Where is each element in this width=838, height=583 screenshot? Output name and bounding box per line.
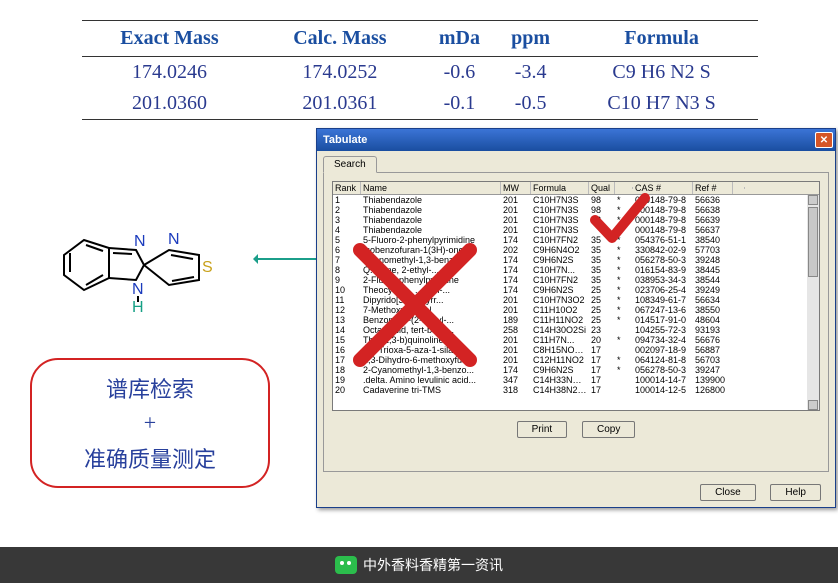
annotation-box: 谱库检索 + 准确质量测定	[30, 358, 270, 488]
close-icon[interactable]: ✕	[815, 132, 833, 148]
atom-s: S	[202, 259, 213, 276]
col-formula: Formula	[565, 21, 758, 57]
table-row[interactable]: 6Isobenzofuran-1(3H)-one...202C9H6N4O235…	[333, 245, 819, 255]
table-row[interactable]: 20Cadaverine tri-TMS318C14H38N2Si3171000…	[333, 385, 819, 395]
table-row[interactable]: 55-Fluoro-2-phenylpyrimidine174C10H7FN23…	[333, 235, 819, 245]
titlebar[interactable]: Tabulate ✕	[317, 129, 835, 151]
col-mda: mDa	[423, 21, 496, 57]
wechat-icon	[335, 556, 357, 574]
footer-bar: 中外香料香精第一资讯	[0, 547, 838, 583]
atom-n: N	[132, 281, 144, 298]
atom-n: N	[134, 233, 146, 250]
scrollbar[interactable]	[807, 195, 819, 410]
table-row[interactable]: 10Theocyan..., ...ndol-...174C9H6N2S25*0…	[333, 285, 819, 295]
col-calc-mass: Calc. Mass	[257, 21, 423, 57]
help-button[interactable]: Help	[770, 484, 821, 501]
table-row[interactable]: 92-Flu...4-phenylpy...dine174C10H7FN235*…	[333, 275, 819, 285]
atom-n: N	[168, 231, 180, 248]
col-exact-mass: Exact Mass	[82, 21, 257, 57]
table-row[interactable]: 172,3-Dihydro-6-methoxyfu...201C12H11NO2…	[333, 355, 819, 365]
close-button[interactable]: Close	[700, 484, 756, 501]
table-row[interactable]: 15Th...(2,3-b)quinoline201C11H7N...20*09…	[333, 335, 819, 345]
listview-header: Rank Name MW Formula Qual CAS # Ref #	[333, 182, 819, 195]
tabulate-window: Tabulate ✕ Search Rank Name MW Formula Q…	[316, 128, 836, 508]
table-row[interactable]: 4Thiabendazole201C10H7N3S*000148-79-8566…	[333, 225, 819, 235]
table-row[interactable]: 14Octan...cid, tert-b...id...258C14H30O2…	[333, 325, 819, 335]
mass-row: 201.0360 201.0361 -0.1 -0.5 C10 H7 N3 S	[82, 88, 758, 120]
copy-button[interactable]: Copy	[582, 421, 635, 438]
table-row[interactable]: 3Thiabendazole201C10H7N3S98*000148-79-85…	[333, 215, 819, 225]
results-listview[interactable]: Rank Name MW Formula Qual CAS # Ref # 1T…	[332, 181, 820, 411]
table-row[interactable]: 19.delta. Amino levulinic acid...347C14H…	[333, 375, 819, 385]
scroll-down-icon[interactable]	[808, 400, 818, 410]
table-row[interactable]: 2Thiabendazole201C10H7N3S98*000148-79-85…	[333, 205, 819, 215]
scroll-up-icon[interactable]	[808, 195, 818, 205]
annotation-line1: 谱库检索	[106, 372, 194, 404]
mass-table: Exact Mass Calc. Mass mDa ppm Formula 17…	[82, 20, 758, 120]
table-row[interactable]: 182-Cyanomethyl-1,3-benzo...174C9H6N2S17…	[333, 365, 819, 375]
annotation-plus: +	[144, 410, 156, 436]
table-row[interactable]: 13Benzoni...4-(2-...thyl-...189C11H11NO2…	[333, 315, 819, 325]
annotation-line2: 准确质量测定	[84, 442, 216, 474]
window-title: Tabulate	[323, 134, 367, 146]
table-row[interactable]: 16...9-Trioxa-5-aza-1-silab...201C8H15NO…	[333, 345, 819, 355]
table-row[interactable]: 127-Methoxy...hthol201C11H10O225*067247-…	[333, 305, 819, 315]
mass-row: 174.0246 174.0252 -0.6 -3.4 C9 H6 N2 S	[82, 57, 758, 89]
table-row[interactable]: 7Cyanomethyl-1,3-benz...174C9H6N2S35*056…	[333, 255, 819, 265]
footer-text: 中外香料香精第一资讯	[363, 555, 503, 575]
molecule-structure: N N S N H	[44, 220, 254, 330]
print-button[interactable]: Print	[517, 421, 568, 438]
table-row[interactable]: 11Dipyrido[3,...d]pyrr...201C10H7N3O225*…	[333, 295, 819, 305]
table-row[interactable]: 1Thiabendazole201C10H7N3S98*000148-79-85…	[333, 195, 819, 205]
col-ppm: ppm	[496, 21, 565, 57]
tab-search[interactable]: Search	[323, 156, 377, 173]
table-row[interactable]: 8Q...aline, 2-ethyl-...174C10H7N...35*01…	[333, 265, 819, 275]
scroll-thumb[interactable]	[808, 207, 818, 277]
